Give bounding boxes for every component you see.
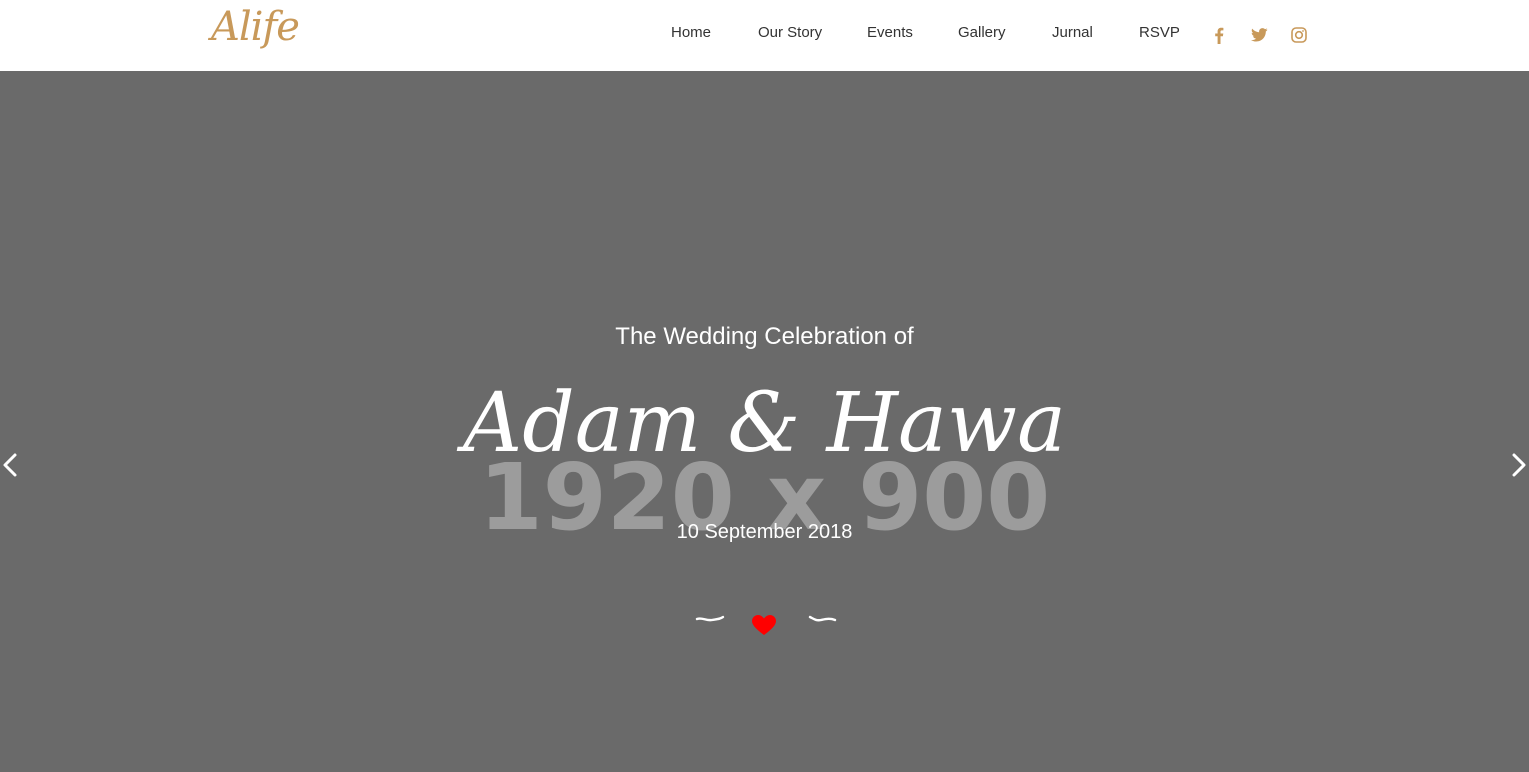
heart-icon — [752, 615, 776, 635]
left-flourish — [695, 615, 725, 622]
slider-prev-button[interactable] — [0, 451, 20, 479]
nav-item-jurnal[interactable]: Jurnal — [1052, 24, 1093, 41]
logo[interactable]: Alife — [211, 4, 300, 50]
navbar: Alife Home Our Story Events Gallery Jurn… — [0, 0, 1529, 71]
nav-item-rsvp[interactable]: RSVP — [1139, 24, 1180, 41]
wedding-date: 10 September 2018 — [676, 521, 853, 543]
facebook-icon[interactable] — [1209, 25, 1229, 45]
nav-item-gallery[interactable]: Gallery — [958, 24, 1006, 41]
twitter-icon[interactable] — [1249, 25, 1269, 45]
chevron-left-icon — [3, 453, 17, 477]
instagram-icon[interactable] — [1289, 25, 1309, 45]
hero-slider: 1920 x 900 The Wedding Celebration of Ad… — [0, 71, 1529, 772]
nav-item-events[interactable]: Events — [867, 24, 913, 41]
right-flourish — [808, 615, 837, 622]
nav-item-our-story[interactable]: Our Story — [758, 24, 822, 41]
heart-divider — [690, 609, 840, 639]
nav-item-home[interactable]: Home — [671, 24, 711, 41]
slider-next-button[interactable] — [1509, 451, 1529, 479]
chevron-right-icon — [1512, 453, 1526, 477]
couple-names: Adam & Hawa — [463, 376, 1066, 471]
hero-subtitle: The Wedding Celebration of — [615, 323, 914, 350]
